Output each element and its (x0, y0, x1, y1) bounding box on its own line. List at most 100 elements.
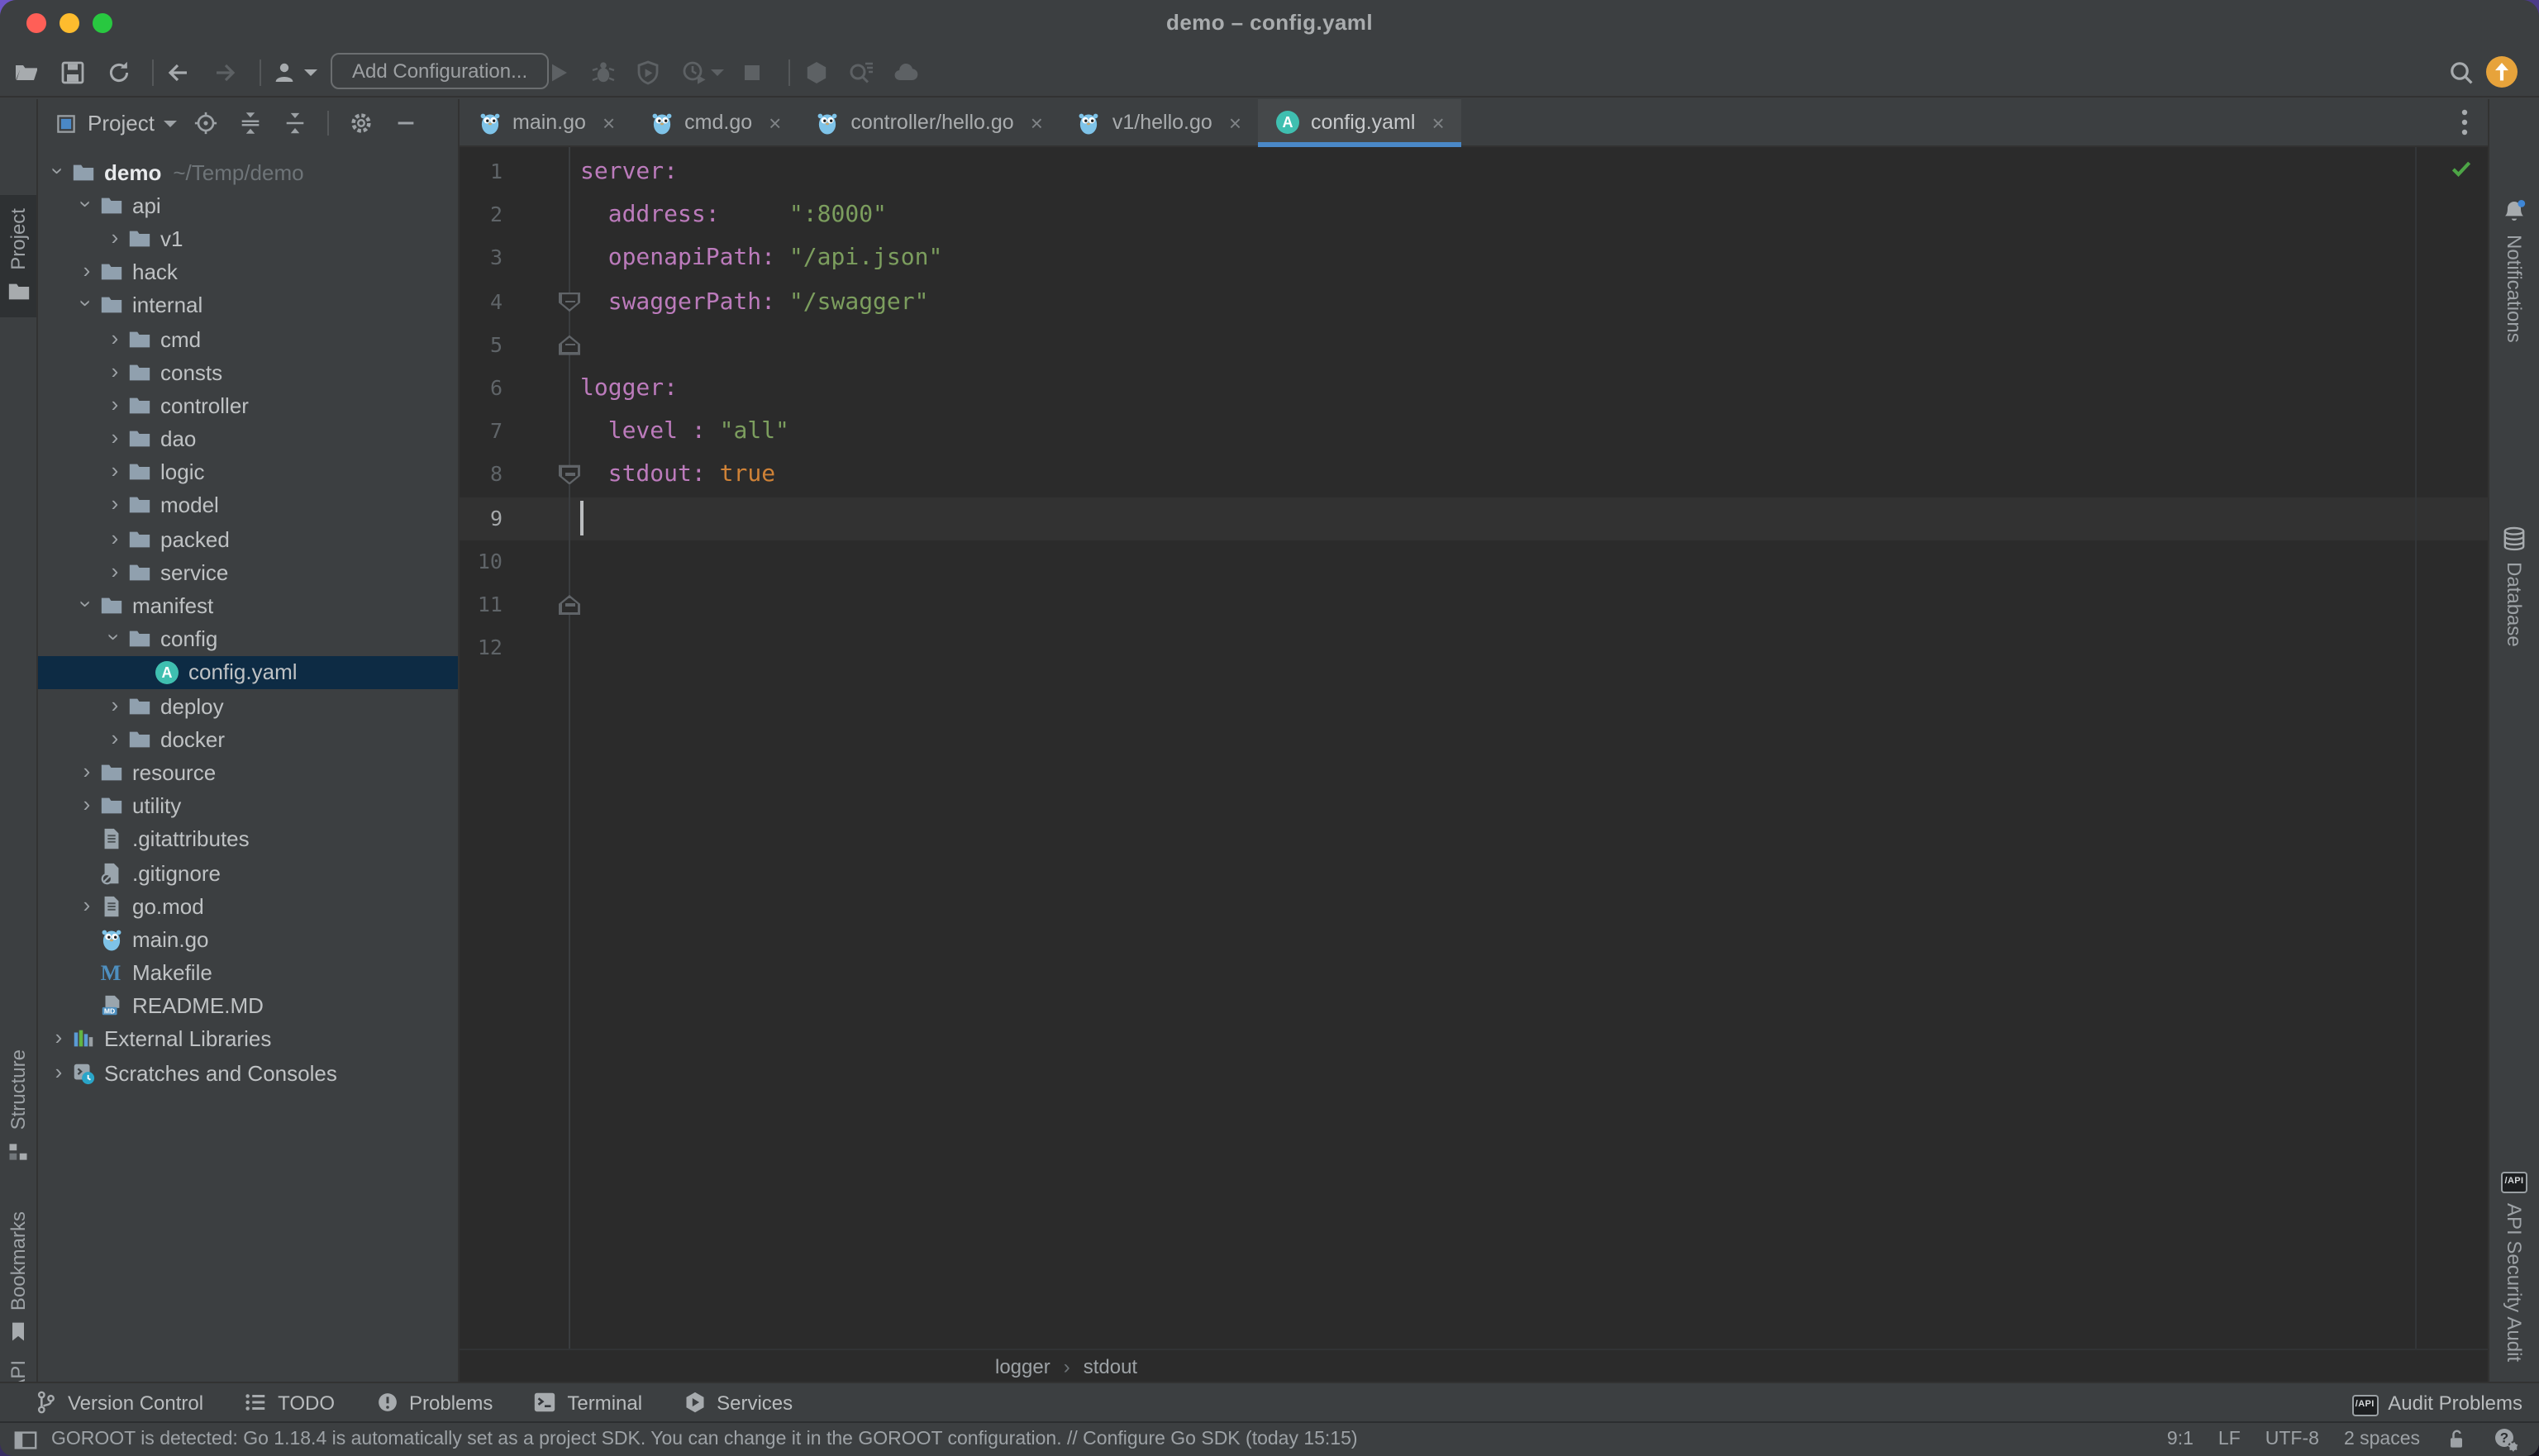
tree-item-scratches-and-consoles[interactable]: ›Scratches and Consoles (38, 1056, 458, 1089)
chevron-right-icon[interactable]: › (48, 1060, 69, 1085)
search-everywhere-scope-icon[interactable] (841, 46, 881, 98)
chevron-right-icon[interactable]: › (104, 526, 126, 551)
chevron-right-icon[interactable]: › (48, 1027, 69, 1052)
navigate-forward-icon[interactable] (205, 46, 245, 98)
close-icon[interactable]: × (1431, 110, 1444, 135)
sync-icon[interactable] (99, 46, 139, 98)
stripe-tab-structure[interactable]: Structure (0, 1049, 36, 1163)
tree-item-consts[interactable]: ›consts (38, 355, 458, 388)
inspections-ok-check-icon[interactable] (2450, 157, 2473, 180)
save-all-icon[interactable] (53, 46, 93, 98)
tree-item-config[interactable]: ›config (38, 622, 458, 655)
editor-tab-config.yaml[interactable]: Aconfig.yaml× (1258, 99, 1461, 145)
tree-item-v1[interactable]: ›v1 (38, 222, 458, 255)
editor-tab-cmd.go[interactable]: cmd.go× (631, 99, 798, 145)
tree-item-docker[interactable]: ›docker (38, 722, 458, 755)
update-available-icon[interactable] (2481, 46, 2521, 98)
unlock-icon[interactable] (2445, 1428, 2468, 1451)
tree-item-readme.md[interactable]: MDREADME.MD (38, 989, 458, 1022)
tree-item-dao[interactable]: ›dao (38, 422, 458, 455)
tree-item-config.yaml[interactable]: Aconfig.yaml (38, 656, 458, 689)
tree-item-demo[interactable]: ›demo~/Temp/demo (38, 155, 458, 188)
caret-position[interactable]: 9:1 (2167, 1430, 2194, 1449)
help-gear-icon[interactable]: ? (2493, 1426, 2519, 1453)
navigate-back-icon[interactable] (159, 46, 198, 98)
stripe-tab-api-security-audit[interactable]: /APIAPI Security Audit (2489, 1165, 2539, 1361)
chevron-down-icon[interactable]: › (76, 593, 98, 618)
chevron-down-icon[interactable] (301, 46, 321, 98)
fold-marker-icon[interactable] (559, 595, 580, 615)
editor-tab-v1-hello.go[interactable]: v1/hello.go× (1060, 99, 1258, 145)
project-view-selector[interactable]: Project (88, 111, 155, 136)
tool-window-button-services[interactable]: Services (682, 1390, 793, 1415)
close-icon[interactable]: × (769, 110, 781, 135)
tree-item-logic[interactable]: ›logic (38, 455, 458, 488)
tree-item-manifest[interactable]: ›manifest (38, 589, 458, 622)
stop-icon[interactable] (732, 46, 772, 98)
add-configuration-button[interactable]: Add Configuration... (331, 53, 549, 89)
tab-options-more-icon[interactable] (2461, 99, 2488, 145)
tree-item-.gitattributes[interactable]: .gitattributes (38, 823, 458, 856)
expand-all-icon[interactable] (238, 111, 263, 136)
indent-style[interactable]: 2 spaces (2344, 1430, 2420, 1449)
tool-window-button-todo[interactable]: TODO (243, 1390, 335, 1415)
chevron-right-icon[interactable]: › (104, 693, 126, 718)
debug-icon[interactable] (584, 46, 623, 98)
package-icon[interactable] (797, 46, 836, 98)
chevron-down-icon[interactable]: › (104, 626, 126, 651)
chevron-right-icon[interactable]: › (76, 760, 98, 785)
stripe-tab-bookmarks[interactable]: Bookmarks (0, 1211, 36, 1344)
tree-item-cmd[interactable]: ›cmd (38, 322, 458, 355)
tree-item-internal[interactable]: ›internal (38, 289, 458, 322)
tree-item-main.go[interactable]: main.go (38, 923, 458, 956)
chevron-right-icon[interactable]: › (104, 226, 126, 251)
chevron-right-icon[interactable]: › (104, 560, 126, 585)
close-icon[interactable]: × (1031, 110, 1043, 135)
fold-marker-icon[interactable] (559, 335, 580, 355)
tree-item-go.mod[interactable]: ›go.mod (38, 889, 458, 922)
chevron-right-icon[interactable]: › (76, 259, 98, 284)
chevron-right-icon[interactable]: › (104, 326, 126, 351)
editor-tab-controller-hello.go[interactable]: controller/hello.go× (798, 99, 1060, 145)
chevron-right-icon[interactable]: › (104, 393, 126, 418)
chevron-right-icon[interactable]: › (76, 793, 98, 818)
status-message[interactable]: GOROOT is detected: Go 1.18.4 is automat… (51, 1430, 1358, 1449)
chevron-right-icon[interactable]: › (104, 359, 126, 384)
tree-item-api[interactable]: ›api (38, 188, 458, 221)
file-encoding[interactable]: UTF-8 (2265, 1430, 2319, 1449)
tree-item-resource[interactable]: ›resource (38, 756, 458, 789)
fold-marker-icon[interactable] (559, 465, 580, 485)
tool-window-button-version-control[interactable]: Version Control (33, 1390, 203, 1415)
close-icon[interactable]: × (1229, 110, 1241, 135)
chevron-right-icon[interactable]: › (104, 426, 126, 451)
tree-item-service[interactable]: ›service (38, 556, 458, 589)
chevron-down-icon[interactable]: › (76, 193, 98, 218)
tree-item-packed[interactable]: ›packed (38, 522, 458, 555)
breadcrumb-item-logger[interactable]: logger (995, 1354, 1050, 1377)
locate-file-icon[interactable] (193, 111, 218, 136)
breadcrumb-item-stdout[interactable]: stdout (1084, 1354, 1137, 1377)
tree-item-makefile[interactable]: MMakefile (38, 956, 458, 989)
chevron-down-icon[interactable]: › (48, 159, 69, 184)
open-file-icon[interactable] (7, 46, 46, 98)
editor-tab-main.go[interactable]: main.go× (460, 99, 631, 145)
tool-window-button-audit-problems[interactable]: /APIAudit Problems (2351, 1389, 2539, 1416)
tree-item-external-libraries[interactable]: ›External Libraries (38, 1023, 458, 1056)
chevron-right-icon[interactable]: › (104, 727, 126, 752)
chevron-right-icon[interactable]: › (104, 493, 126, 518)
tool-window-button-problems[interactable]: Problems (374, 1390, 493, 1415)
gear-icon[interactable] (349, 111, 374, 136)
code-content[interactable]: server: address: ":8000" openapiPath: "/… (580, 150, 942, 670)
close-icon[interactable]: × (603, 110, 615, 135)
chevron-right-icon[interactable]: › (104, 460, 126, 485)
tree-item-.gitignore[interactable]: .gitignore (38, 856, 458, 889)
run-with-coverage-icon[interactable] (628, 46, 668, 98)
collapse-all-icon[interactable] (283, 111, 307, 136)
stripe-tab-project[interactable]: Project (0, 195, 36, 318)
tree-item-model[interactable]: ›model (38, 489, 458, 522)
tool-window-switcher-icon[interactable] (13, 1427, 38, 1452)
cloud-icon[interactable] (886, 46, 926, 98)
tree-item-deploy[interactable]: ›deploy (38, 689, 458, 722)
line-separator[interactable]: LF (2218, 1430, 2241, 1449)
tree-item-hack[interactable]: ›hack (38, 255, 458, 288)
